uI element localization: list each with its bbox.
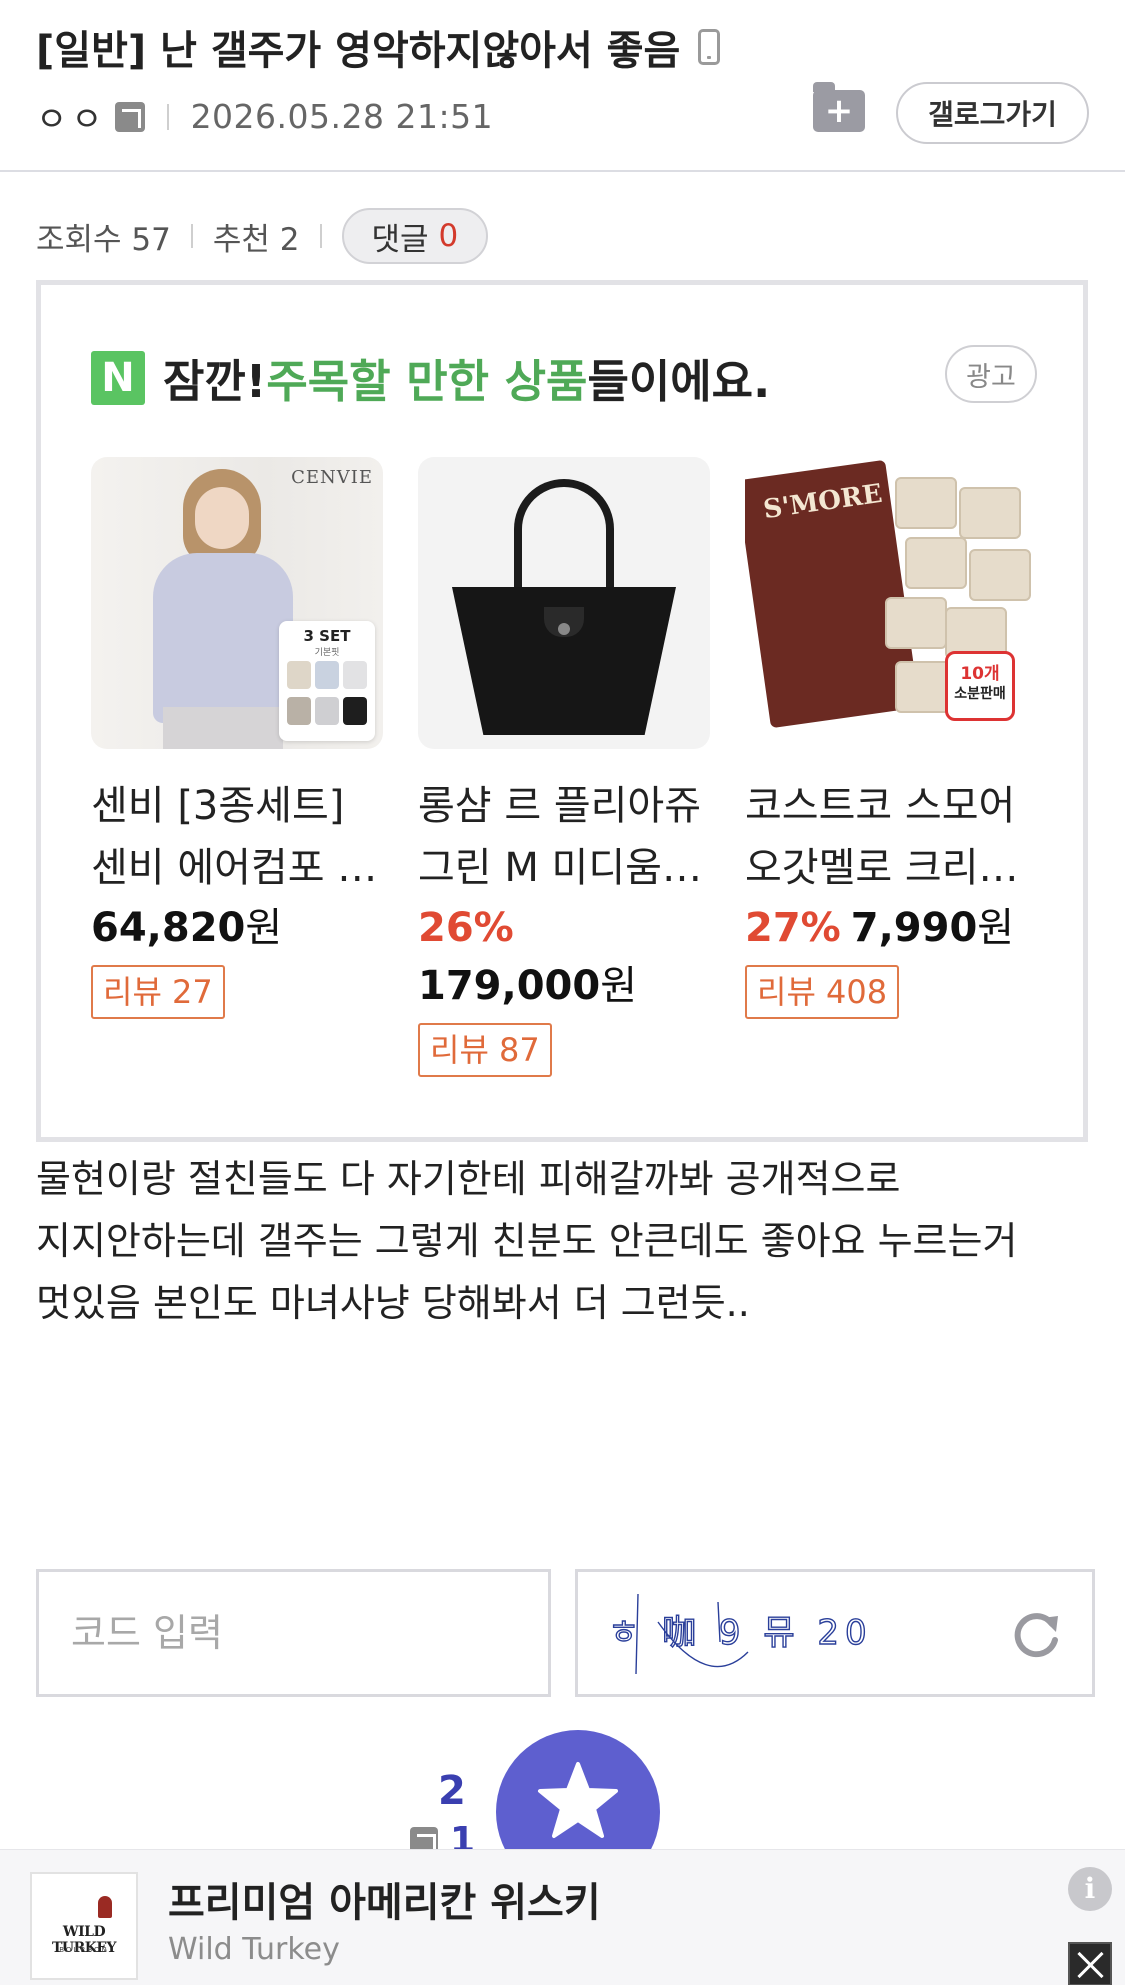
logo-sub-text: BOURBON	[59, 1946, 109, 1954]
model-legs	[163, 707, 283, 749]
folder-add-plus: +	[824, 91, 854, 131]
ad-head-highlight: 주목할 만한 상품	[266, 355, 588, 408]
product-price: 64,820원	[91, 899, 383, 957]
swatch	[287, 661, 311, 689]
captcha-code-input[interactable]	[36, 1569, 551, 1697]
captcha-box: ㅎ 咖 9 뮤 20	[575, 1569, 1095, 1697]
comment-label: 댓글	[371, 221, 429, 258]
price-currency: 원	[600, 963, 637, 1009]
product-name-line: 롱샴 르 플리아쥬	[418, 783, 702, 829]
swatch	[343, 697, 367, 725]
smore-pack	[969, 549, 1031, 601]
model-face	[195, 487, 249, 549]
star-icon	[538, 1762, 618, 1838]
ad-headline: N 잠깐! 주목할 만한 상품 들이에요.	[91, 345, 770, 410]
post-meta: ㅇㅇ 2026.05.28 21:51	[36, 92, 493, 141]
set-title: 3 SET	[303, 627, 351, 645]
product-image-smore[interactable]: S'MORE 10개 소분판매	[745, 457, 1037, 749]
product-name-line: 센비 에어컴포 …	[91, 845, 378, 891]
count-badge-bottom: 소분판매	[954, 686, 1006, 702]
divider	[319, 224, 322, 248]
ad-head-suffix: 들이에요.	[587, 355, 771, 408]
smore-pack	[905, 537, 967, 589]
wild-turkey-logo: WILD TURKEY BOURBON	[30, 1872, 138, 1980]
product-card[interactable]: S'MORE 10개 소분판매 코스트코 스모어 오갓멜로 크리… 27% 7,9…	[745, 457, 1037, 1019]
refresh-icon[interactable]	[1008, 1606, 1064, 1662]
naver-n-icon: N	[91, 350, 145, 405]
divider	[166, 103, 169, 130]
close-icon[interactable]	[1068, 1942, 1112, 1985]
bottom-banner-ad[interactable]: WILD TURKEY BOURBON 프리미엄 아메리칸 위스키 Wild T…	[0, 1849, 1125, 1985]
product-price: 27% 7,990원	[745, 899, 1037, 957]
product-ad-box: N 잠깐! 주목할 만한 상품 들이에요. 광고 CENVIE 3 SET 기본…	[36, 280, 1088, 1142]
captcha-code-text: ㅎ 咖 9 뮤 20	[608, 1613, 873, 1653]
recommend-count-label: 추천 2	[212, 221, 300, 258]
product-name[interactable]: 센비 [3종세트] 센비 에어컴포 …	[91, 775, 383, 899]
turkey-icon	[98, 1896, 112, 1918]
price-value: 7,990	[850, 905, 978, 951]
price-value: 64,820	[91, 905, 246, 951]
banner-subtitle: Wild Turkey	[168, 1932, 340, 1967]
product-name-line: 코스트코 스모어	[745, 783, 1016, 829]
mobile-icon	[698, 29, 721, 65]
review-tag: 리뷰 408	[745, 965, 900, 1019]
product-name-line: 오갓멜로 크리…	[745, 845, 1019, 891]
ad-badge[interactable]: 광고	[945, 345, 1037, 403]
post-stats: 조회수 57 추천 2 댓글 0	[36, 208, 489, 264]
smore-pack	[959, 487, 1021, 539]
swatch	[287, 697, 311, 725]
post-title-text: [일반] 난 갤주가 영악하지않아서 좋음	[36, 28, 681, 74]
product-price: 179,000원	[418, 957, 710, 1015]
captcha-image: ㅎ 咖 9 뮤 20	[607, 1593, 873, 1675]
count-badge: 10개 소분판매	[945, 651, 1015, 721]
gallog-button[interactable]: 갤로그가기	[896, 82, 1089, 144]
nickname-fixed-icon	[114, 101, 145, 132]
smore-pack	[895, 477, 957, 529]
review-tag: 리뷰 27	[91, 965, 225, 1019]
price-value: 179,000	[418, 963, 601, 1009]
swatch	[315, 697, 339, 725]
bag-handle	[514, 479, 614, 599]
post-body: 물현이랑 절친들도 다 자기한테 피해갈까봐 공개적으로 지지안하는데 갤주는 …	[36, 1157, 1018, 1325]
count-badge-top: 10개	[960, 664, 1000, 684]
folder-add-icon[interactable]: +	[813, 82, 865, 132]
product-name[interactable]: 코스트코 스모어 오갓멜로 크리…	[745, 775, 1037, 899]
price-currency: 원	[245, 905, 283, 951]
comment-count: 0	[438, 218, 459, 254]
smore-pack	[885, 597, 947, 649]
set-subtitle: 기본핏	[314, 648, 340, 658]
discount-rate: 26%	[418, 905, 514, 951]
product-name-line: 센비 [3종세트]	[91, 783, 345, 829]
post-date: 2026.05.28 21:51	[190, 97, 494, 136]
view-count: 조회수 57	[36, 221, 171, 258]
product-card[interactable]: 롱샴 르 플리아쥬 그린 M 미디움… 26% 179,000원 리뷰 87	[418, 457, 710, 1077]
product-image-sweater[interactable]: CENVIE 3 SET 기본핏	[91, 457, 383, 749]
price-currency: 원	[977, 905, 1015, 951]
product-image-bag[interactable]	[418, 457, 710, 749]
ad-head-prefix: 잠깐!	[163, 355, 267, 408]
bag-snap	[558, 623, 570, 635]
product-card[interactable]: CENVIE 3 SET 기본핏 센비 [3종세트] 센비 에어컴포 … 64,…	[91, 457, 383, 1019]
set-card: 3 SET 기본핏	[279, 621, 375, 741]
info-icon[interactable]: i	[1068, 1867, 1112, 1911]
brand-text: CENVIE	[291, 467, 373, 488]
discount-rate: 27%	[745, 905, 841, 951]
product-discount: 26%	[418, 899, 710, 957]
writer-name[interactable]: ㅇㅇ	[36, 92, 107, 141]
comment-button[interactable]: 댓글 0	[341, 208, 489, 264]
model-body	[153, 553, 293, 723]
banner-title: 프리미엄 아메리칸 위스키	[168, 1880, 601, 1926]
review-tag: 리뷰 87	[418, 1023, 552, 1077]
recommend-count: 2	[438, 1768, 466, 1814]
divider	[190, 224, 193, 248]
product-name-line: 그린 M 미디움…	[418, 845, 702, 891]
swatch	[315, 661, 339, 689]
post-title: [일반] 난 갤주가 영악하지않아서 좋음	[36, 18, 721, 76]
product-name[interactable]: 롱샴 르 플리아쥬 그린 M 미디움…	[418, 775, 710, 899]
post-header: [일반] 난 갤주가 영악하지않아서 좋음 ㅇㅇ 2026.05.28 21:5…	[0, 0, 1125, 172]
swatch	[343, 661, 367, 689]
